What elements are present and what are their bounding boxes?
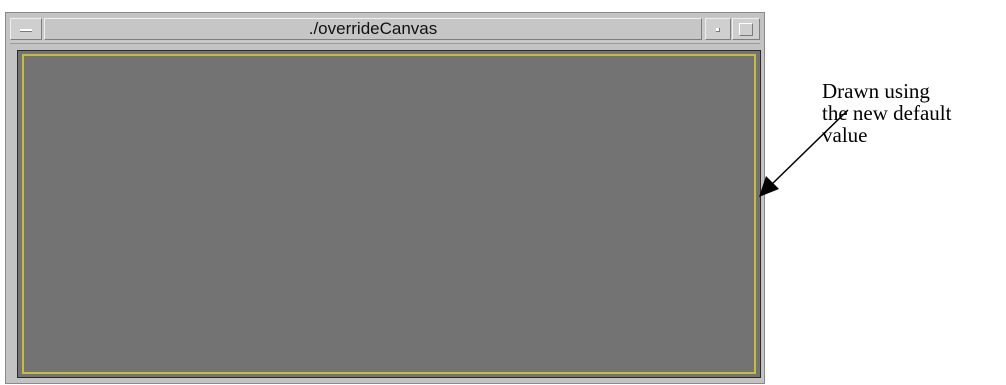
annotation-arrow [759,109,849,197]
